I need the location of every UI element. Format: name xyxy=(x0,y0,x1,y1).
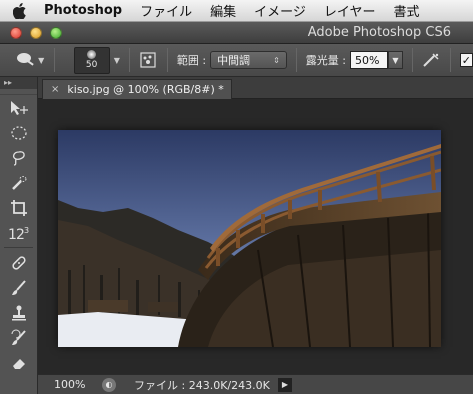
menu-image[interactable]: イメージ xyxy=(254,1,306,20)
brush-tool[interactable] xyxy=(0,275,38,300)
tools-panel-collapse[interactable]: ▸▸ xyxy=(0,77,37,89)
move-icon xyxy=(11,100,28,115)
history-brush-icon xyxy=(11,329,26,345)
document-image[interactable] xyxy=(58,130,441,347)
count-icon: 123 xyxy=(8,226,29,241)
range-value: 中間調 xyxy=(217,54,251,67)
lasso-icon xyxy=(12,150,25,166)
clone-stamp-tool[interactable] xyxy=(0,300,38,325)
crop-tool[interactable] xyxy=(0,195,38,220)
menu-layer[interactable]: レイヤー xyxy=(324,1,376,20)
chevron-down-icon: ▼ xyxy=(38,55,45,65)
brush-tip-icon xyxy=(87,50,97,59)
divider xyxy=(128,48,130,72)
status-menu-arrow-icon[interactable]: ▶ xyxy=(278,377,292,392)
divider xyxy=(166,48,168,72)
close-icon[interactable]: × xyxy=(51,84,59,95)
menu-edit[interactable]: 編集 xyxy=(210,1,236,20)
airbrush-toggle-button[interactable] xyxy=(422,50,441,70)
crop-icon xyxy=(11,199,27,216)
tool-preset-picker[interactable]: ▼ xyxy=(16,49,45,71)
file-size-info: ファイル : 243.0K/243.0K xyxy=(134,378,270,392)
brush-panel-icon xyxy=(140,52,156,68)
window-title: Adobe Photoshop CS6 xyxy=(307,25,451,40)
airbrush-icon xyxy=(423,53,439,67)
exposure-slider-button[interactable]: ▼ xyxy=(388,51,403,69)
range-label: 範囲 : xyxy=(176,54,207,67)
elliptical-marquee-icon xyxy=(11,125,27,140)
range-select[interactable]: 中間調 ⇕ xyxy=(210,51,287,69)
menu-bar: Photoshop ファイル 編集 イメージ レイヤー 書式 xyxy=(0,0,473,22)
marquee-tool[interactable] xyxy=(0,120,38,145)
divider xyxy=(449,48,451,72)
up-down-arrows-icon: ⇕ xyxy=(273,55,280,65)
tools-panel: ▸▸ 123 xyxy=(0,77,38,394)
menu-app-photoshop[interactable]: Photoshop xyxy=(44,3,122,18)
protect-tones-checkbox[interactable]: ✓ xyxy=(459,53,473,67)
bandage-icon xyxy=(12,255,26,270)
quick-selection-tool[interactable] xyxy=(0,170,38,195)
exposure-label: 露光量 : xyxy=(305,54,346,67)
brush-size: 50 xyxy=(85,60,98,70)
zoom-level[interactable]: 100% xyxy=(38,378,90,391)
brush-panel-toggle-button[interactable] xyxy=(139,50,158,70)
count-tool[interactable]: 123 xyxy=(0,220,38,245)
quick-selection-icon xyxy=(12,175,27,190)
close-window-button[interactable] xyxy=(10,26,22,39)
healing-brush-tool[interactable] xyxy=(0,250,38,275)
exposure-input[interactable]: 50% xyxy=(349,51,389,69)
menu-type[interactable]: 書式 xyxy=(394,1,420,20)
dodge-tool-icon xyxy=(16,52,36,69)
divider xyxy=(4,247,33,248)
divider xyxy=(53,48,55,72)
status-bar: 100% ◐ ファイル : 243.0K/243.0K ▶ xyxy=(38,374,473,394)
document-tab[interactable]: × kiso.jpg @ 100% (RGB/8#) * xyxy=(42,79,232,99)
brush-icon xyxy=(12,279,26,295)
history-brush-tool[interactable] xyxy=(0,325,38,350)
document-tab-bar: × kiso.jpg @ 100% (RGB/8#) * xyxy=(38,77,473,99)
zoom-window-button[interactable] xyxy=(50,26,62,39)
status-info-icon[interactable]: ◐ xyxy=(102,377,116,392)
divider xyxy=(411,48,413,72)
eraser-tool[interactable] xyxy=(0,350,38,375)
options-bar: ▼ 50 ▼ 範囲 : 中間調 ⇕ 露光量 : 50% ▼ ✓ xyxy=(0,44,473,77)
lasso-tool[interactable] xyxy=(0,145,38,170)
divider xyxy=(295,48,297,72)
minimize-window-button[interactable] xyxy=(30,26,42,39)
brush-preset-picker[interactable]: 50 xyxy=(73,46,110,74)
eraser-icon xyxy=(13,358,25,369)
stamp-icon xyxy=(12,305,26,320)
document-tab-title: kiso.jpg @ 100% (RGB/8#) * xyxy=(67,83,224,96)
chevron-down-icon[interactable]: ▼ xyxy=(114,56,120,65)
svg-text:3: 3 xyxy=(24,226,29,235)
menu-file[interactable]: ファイル xyxy=(140,1,192,20)
apple-logo-icon[interactable] xyxy=(10,2,30,19)
window-title-bar: Adobe Photoshop CS6 xyxy=(0,22,473,44)
move-tool[interactable] xyxy=(0,95,38,120)
canvas-area[interactable] xyxy=(38,99,473,374)
